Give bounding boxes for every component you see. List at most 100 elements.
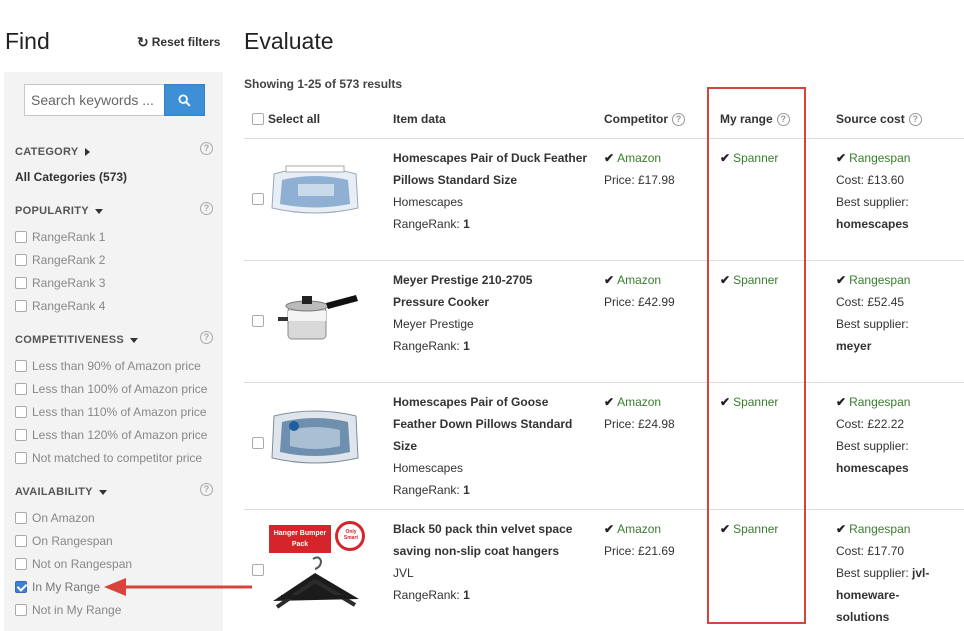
competitiveness-help-icon[interactable]: ? [200, 331, 213, 344]
row-checkbox[interactable] [252, 193, 264, 205]
checkbox[interactable] [15, 558, 27, 570]
checkbox[interactable] [15, 535, 27, 547]
source: ✔ Rangespan [836, 269, 910, 291]
filter-option[interactable]: RangeRank 2 [15, 253, 105, 267]
filter-option-label: RangeRank 3 [32, 276, 106, 290]
range-rank: RangeRank: 1 [393, 213, 470, 235]
best-supplier-label: Best supplier: [836, 195, 909, 209]
best-supplier-label: Best supplier: [836, 566, 909, 580]
popularity-heading[interactable]: POPULARITY [15, 205, 103, 217]
checkbox[interactable] [15, 429, 27, 441]
product-image-hangers: Hanger Bumper Pack Only Smart [267, 519, 367, 611]
filter-option-in-my-range[interactable]: In My Range [15, 580, 100, 594]
filter-option-label: On Amazon [32, 511, 95, 525]
best-supplier-value: jvl- [912, 566, 930, 580]
filter-option[interactable]: Less than 90% of Amazon price [15, 359, 201, 373]
filter-option[interactable]: RangeRank 1 [15, 230, 105, 244]
filter-option-label: Not matched to competitor price [32, 451, 203, 465]
range-rank-value: 1 [463, 483, 470, 497]
availability-help-icon[interactable]: ? [200, 483, 213, 496]
filter-option-label: Less than 90% of Amazon price [32, 359, 201, 373]
popularity-help-icon[interactable]: ? [200, 202, 213, 215]
select-all-label: Select all [268, 112, 321, 126]
reset-filters-button[interactable]: ↻ Reset filters [137, 35, 220, 49]
checkbox[interactable] [15, 383, 27, 395]
product-name-line[interactable]: Meyer Prestige 210-2705 [393, 269, 593, 291]
search-input[interactable] [24, 84, 164, 116]
refresh-icon: ↻ [137, 34, 149, 50]
competitor: ✔ Amazon [604, 147, 661, 169]
best-supplier: homescapes [836, 461, 909, 475]
filter-option-label: Not on Rangespan [32, 557, 133, 571]
filter-option[interactable]: RangeRank 4 [15, 299, 105, 313]
product-name-line[interactable]: Black 50 pack thin velvet space [393, 518, 593, 540]
chevron-down-icon [130, 337, 139, 343]
range-rank-label: RangeRank: [393, 339, 460, 353]
column-header-source-cost[interactable]: Source cost ? [836, 112, 922, 126]
range-rank-value: 1 [463, 588, 470, 602]
checkbox[interactable] [15, 277, 27, 289]
checkbox[interactable] [15, 254, 27, 266]
column-header-item-data[interactable]: Item data [393, 112, 446, 126]
check-icon: ✔ [836, 522, 847, 536]
select-all-checkbox[interactable] [252, 113, 264, 125]
competitor: ✔ Amazon [604, 391, 661, 413]
filter-option-label: Less than 110% of Amazon price [32, 405, 207, 419]
filter-option-label: Not in My Range [32, 603, 122, 617]
filter-option[interactable]: Not matched to competitor price [15, 451, 202, 465]
help-icon[interactable]: ? [672, 112, 685, 126]
product-name-line[interactable]: Pillows Standard Size [393, 169, 593, 191]
range-rank: RangeRank: 1 [393, 584, 470, 606]
filter-option[interactable]: Less than 100% of Amazon price [15, 382, 207, 396]
search-button[interactable] [164, 84, 205, 116]
check-icon: ✔ [836, 395, 847, 409]
row-checkbox[interactable] [252, 564, 264, 576]
competitor: ✔ Amazon [604, 269, 661, 291]
filter-option[interactable]: RangeRank 3 [15, 276, 105, 290]
checkbox[interactable] [15, 604, 27, 616]
brand: JVL [393, 566, 414, 580]
availability-heading[interactable]: AVAILABILITY [15, 486, 107, 498]
best-supplier: meyer [836, 339, 872, 353]
product-name-line[interactable]: Homescapes Pair of Goose [393, 391, 593, 413]
checkbox[interactable] [15, 452, 27, 464]
filter-option[interactable]: Less than 120% of Amazon price [15, 428, 207, 442]
best-supplier: homescapes [836, 217, 909, 231]
filter-option-label: Less than 120% of Amazon price [32, 428, 208, 442]
product-name-line[interactable]: Homescapes Pair of Duck Feather [393, 147, 593, 169]
checkbox[interactable] [15, 512, 27, 524]
range-rank: RangeRank: 1 [393, 335, 470, 357]
competitor-name: Amazon [617, 395, 662, 409]
checkbox[interactable] [15, 406, 27, 418]
checkbox[interactable] [15, 231, 27, 243]
filter-option[interactable]: On Amazon [15, 511, 95, 525]
select-all[interactable]: Select all [252, 112, 320, 126]
category-heading[interactable]: CATEGORY [15, 146, 90, 158]
row-checkbox[interactable] [252, 437, 264, 449]
checkbox[interactable] [15, 360, 27, 372]
range-rank-label: RangeRank: [393, 588, 460, 602]
checkbox-checked[interactable] [15, 581, 27, 593]
filter-option[interactable]: Less than 110% of Amazon price [15, 405, 207, 419]
filter-sidebar: CATEGORY ? All Categories (573) POPULARI… [4, 72, 223, 631]
column-header-competitor[interactable]: Competitor ? [604, 112, 685, 126]
competitor-price: Price: £42.99 [604, 295, 675, 309]
product-name-line[interactable]: Feather Down Pillows Standard [393, 413, 593, 435]
category-help-icon[interactable]: ? [200, 142, 213, 155]
product-name-line[interactable]: Pressure Cooker [393, 291, 593, 313]
best-supplier: Best supplier: jvl- [836, 562, 929, 584]
help-icon[interactable]: ? [908, 112, 922, 126]
filter-option[interactable]: Not in My Range [15, 603, 121, 617]
hanger-pack-label: Hanger Bumper Pack [269, 525, 331, 553]
filter-option[interactable]: On Rangespan [15, 534, 113, 548]
product-name-line[interactable]: Size [393, 435, 593, 457]
source-name: Rangespan [849, 273, 911, 287]
source-name: Rangespan [849, 522, 911, 536]
product-name-line[interactable]: saving non-slip coat hangers [393, 540, 593, 562]
filter-option[interactable]: Not on Rangespan [15, 557, 132, 571]
competitiveness-heading[interactable]: COMPETITIVENESS [15, 334, 139, 346]
availability-heading-label: AVAILABILITY [15, 486, 93, 498]
all-categories-link[interactable]: All Categories (573) [15, 170, 127, 184]
checkbox[interactable] [15, 300, 27, 312]
row-checkbox[interactable] [252, 315, 264, 327]
